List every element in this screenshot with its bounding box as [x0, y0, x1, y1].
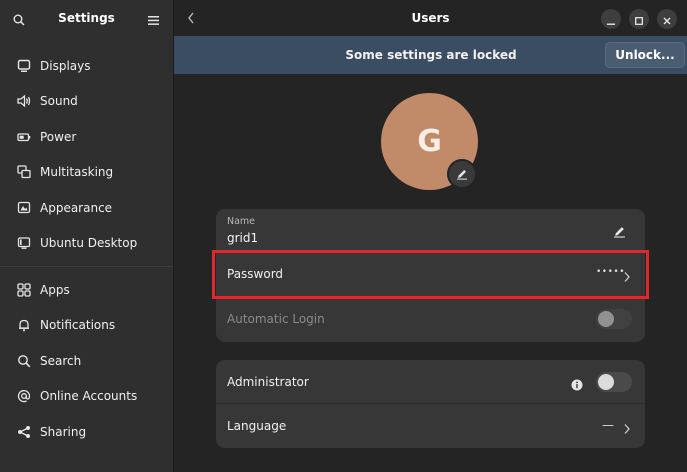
- apps-grid-icon: [16, 282, 32, 298]
- sidebar-header: Settings: [0, 0, 173, 36]
- sidebar-item-sound[interactable]: Sound: [6, 84, 168, 120]
- chevron-right-icon: [624, 420, 630, 439]
- account-card: Administrator Language —: [216, 360, 645, 448]
- hamburger-menu-icon[interactable]: [148, 11, 159, 30]
- sidebar-list: Displays Sound Power Multitasking Appear…: [0, 48, 174, 450]
- sidebar-item-notifications[interactable]: Notifications: [6, 308, 168, 344]
- sidebar-divider: [0, 266, 174, 267]
- administrator-row[interactable]: Administrator: [216, 360, 645, 404]
- power-icon: [16, 129, 32, 145]
- automatic-login-row[interactable]: Automatic Login: [216, 297, 645, 342]
- language-row[interactable]: Language —: [216, 404, 645, 448]
- administrator-toggle[interactable]: [596, 372, 632, 392]
- display-icon: [16, 58, 32, 74]
- sidebar-item-ubuntu-desktop[interactable]: Ubuntu Desktop: [6, 226, 168, 262]
- maximize-icon: [635, 10, 643, 29]
- ubuntu-desktop-icon: [16, 235, 32, 251]
- info-icon[interactable]: [571, 376, 583, 395]
- pencil-icon[interactable]: [613, 223, 626, 242]
- sidebar-item-label: Appearance: [40, 200, 113, 215]
- sidebar-item-label: Displays: [40, 58, 91, 73]
- automatic-login-label: Automatic Login: [227, 312, 325, 326]
- toggle-knob: [598, 374, 614, 390]
- sidebar-item-multitasking[interactable]: Multitasking: [6, 155, 168, 191]
- locked-banner: Some settings are locked Unlock...: [174, 36, 687, 74]
- sidebar-item-appearance[interactable]: Appearance: [6, 190, 168, 226]
- unlock-button[interactable]: Unlock...: [605, 42, 685, 68]
- sidebar-item-label: Online Accounts: [40, 389, 138, 404]
- speaker-icon: [16, 93, 32, 109]
- automatic-login-toggle[interactable]: [596, 309, 632, 329]
- minimize-button[interactable]: [601, 9, 621, 29]
- maximize-button[interactable]: [629, 9, 649, 29]
- close-button[interactable]: [657, 9, 677, 29]
- sidebar-item-search[interactable]: Search: [6, 343, 168, 379]
- avatar-initial: G: [417, 124, 442, 159]
- share-icon: [16, 424, 32, 440]
- settings-sidebar: Settings Displays Sound Power Multitaski…: [0, 0, 174, 472]
- name-row[interactable]: Name grid1: [216, 209, 645, 252]
- sidebar-item-label: Search: [40, 353, 82, 368]
- sidebar-item-displays[interactable]: Displays: [6, 48, 168, 84]
- search-icon: [16, 353, 32, 369]
- sidebar-item-sharing[interactable]: Sharing: [6, 414, 168, 450]
- language-label: Language: [227, 419, 287, 433]
- sidebar-item-online-accounts[interactable]: Online Accounts: [6, 379, 168, 415]
- sidebar-item-label: Sharing: [40, 424, 87, 439]
- sidebar-item-label: Power: [40, 129, 77, 144]
- toggle-knob: [598, 311, 614, 327]
- titlebar: Users: [174, 0, 687, 36]
- minimize-icon: [607, 10, 615, 29]
- sidebar-item-label: Multitasking: [40, 165, 114, 180]
- sidebar-item-label: Apps: [40, 282, 70, 297]
- sidebar-item-label: Ubuntu Desktop: [40, 236, 138, 251]
- appearance-icon: [16, 200, 32, 216]
- sidebar-item-label: Notifications: [40, 318, 116, 333]
- language-value: —: [602, 418, 614, 432]
- sidebar-item-power[interactable]: Power: [6, 119, 168, 155]
- close-icon: [663, 10, 671, 29]
- name-value: grid1: [227, 231, 259, 245]
- sidebar-item-label: Sound: [40, 94, 78, 109]
- users-panel: Users Some settings are locked Unlock...…: [173, 0, 687, 472]
- name-label: Name: [227, 216, 256, 227]
- bell-icon: [16, 317, 32, 333]
- multitasking-icon: [16, 164, 32, 180]
- avatar-edit-button[interactable]: [447, 159, 477, 189]
- password-highlight-box: [212, 250, 649, 299]
- administrator-label: Administrator: [227, 375, 309, 389]
- at-sign-icon: [16, 388, 32, 404]
- pencil-icon: [456, 165, 468, 184]
- sidebar-item-apps[interactable]: Apps: [6, 272, 168, 308]
